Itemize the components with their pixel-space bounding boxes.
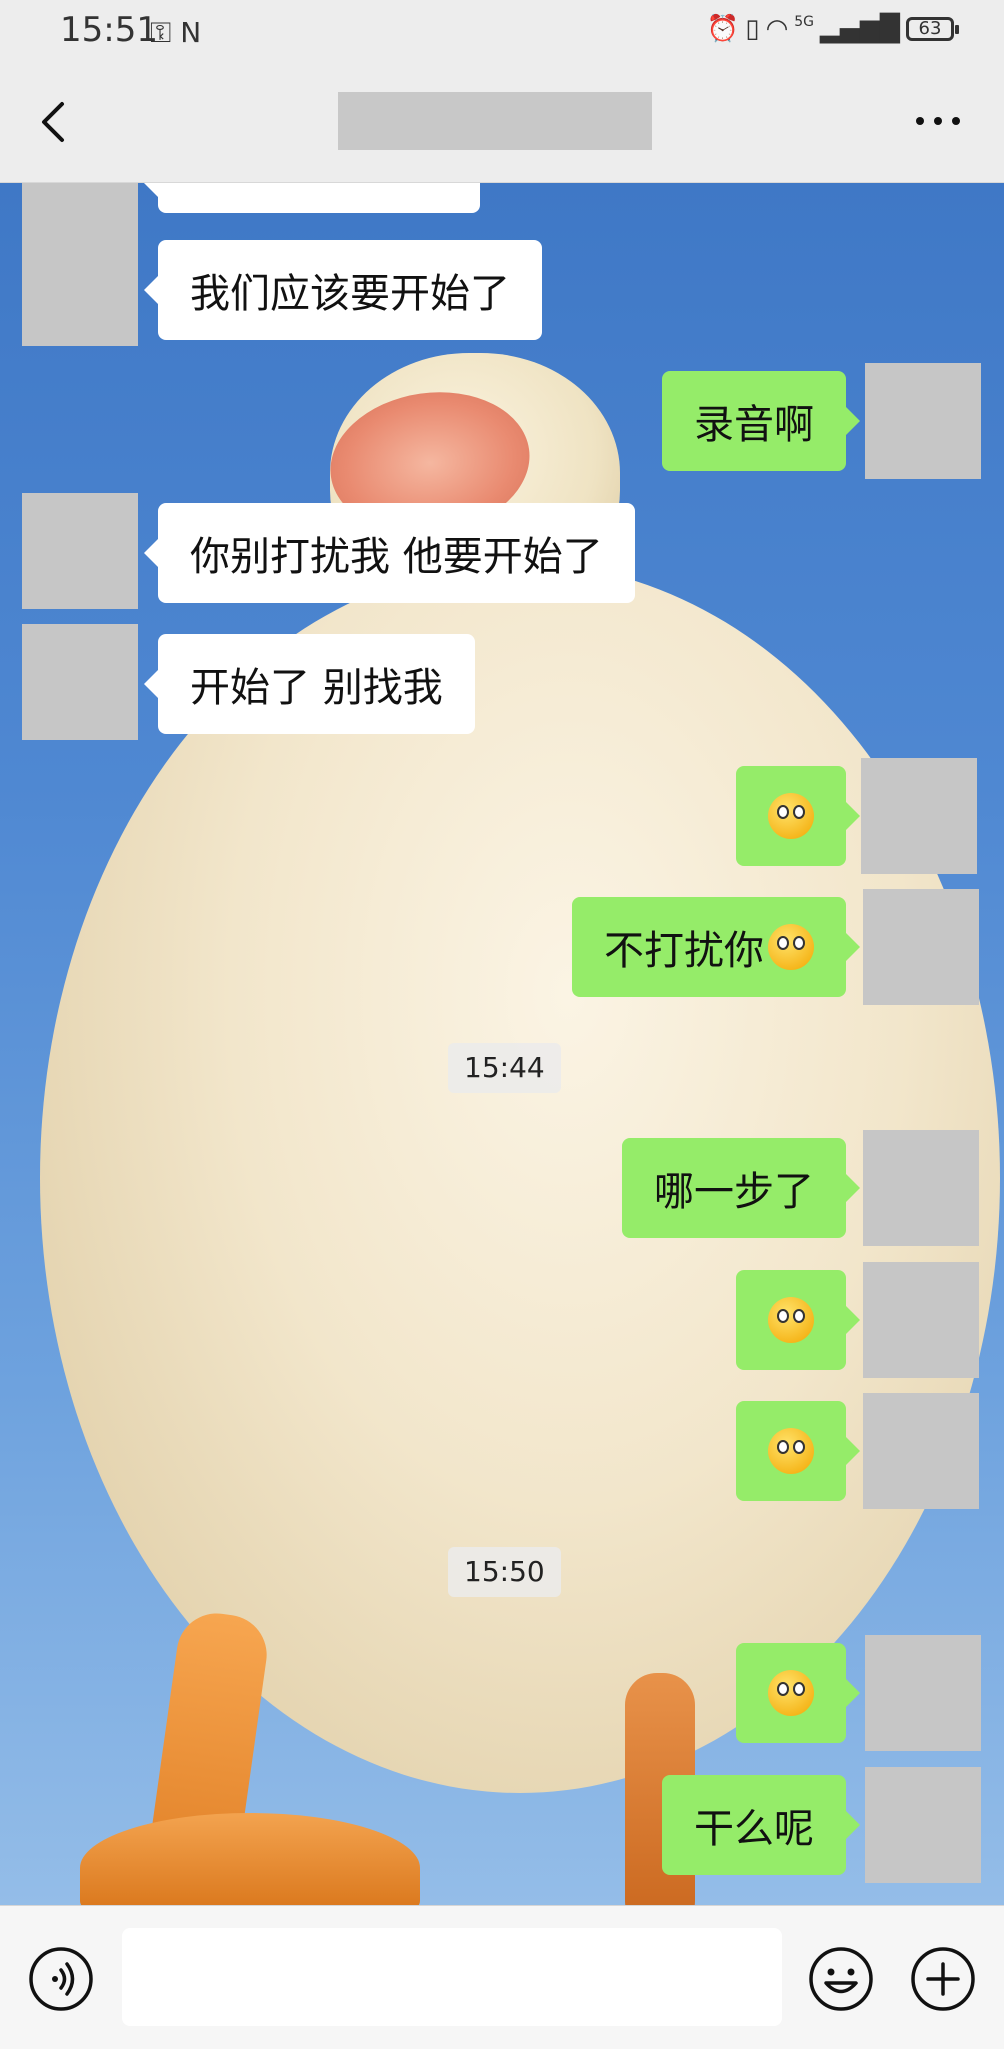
my-avatar[interactable] [865, 363, 981, 479]
wifi-icon: ◠ [765, 14, 789, 44]
background-duck-foot [80, 1813, 420, 1905]
message-bubble[interactable]: 不打扰你 [572, 897, 860, 997]
status-bar: 15:51 ⚿ N ⏰ ▯ ◠ 5G ▂▄▆█ 63 [0, 0, 1004, 62]
message-bubble[interactable]: 我们应该要开始了 [144, 240, 542, 340]
vibrate-icon: ▯ [745, 14, 760, 44]
signal-icon: ▂▄▆█ [820, 14, 900, 44]
battery-icon: 63 [906, 17, 959, 41]
input-bar [0, 1905, 1004, 2049]
my-avatar[interactable] [863, 1130, 979, 1246]
emoji-message-bubble[interactable] [736, 766, 860, 866]
my-avatar[interactable] [863, 889, 979, 1005]
message-bubble-partial[interactable] [144, 183, 480, 213]
emoji-message-bubble[interactable] [736, 1401, 860, 1501]
my-avatar[interactable] [863, 1393, 979, 1509]
voice-icon[interactable] [28, 1946, 94, 2012]
timestamp: 15:44 [448, 1043, 561, 1093]
chat-area[interactable]: 我们应该要开始了 录音啊 你别打扰我 他要开始了 开始了 别找我 不打扰你 15… [0, 183, 1004, 1905]
plus-circle-icon[interactable] [910, 1946, 976, 2012]
nav-bar [0, 62, 1004, 183]
my-avatar[interactable] [865, 1767, 981, 1883]
flushed-face-icon [768, 1428, 814, 1474]
status-right-group: ⏰ ▯ ◠ 5G ▂▄▆█ 63 [706, 14, 959, 44]
my-avatar[interactable] [863, 1262, 979, 1378]
message-bubble[interactable]: 你别打扰我 他要开始了 [144, 503, 635, 603]
emoji-message-bubble[interactable] [736, 1643, 860, 1743]
my-avatar[interactable] [861, 758, 977, 874]
network-type: 5G [794, 14, 815, 30]
message-input[interactable] [122, 1928, 782, 2026]
flushed-face-icon [768, 924, 814, 970]
smiley-icon[interactable] [808, 1946, 874, 2012]
message-bubble[interactable]: 哪一步了 [622, 1138, 860, 1238]
chevron-left-icon[interactable] [30, 96, 82, 148]
emoji-message-bubble[interactable] [736, 1270, 860, 1370]
status-time: 15:51 [60, 10, 158, 50]
timestamp: 15:50 [448, 1547, 561, 1597]
contact-avatar[interactable] [22, 624, 138, 740]
message-text: 不打扰你 [604, 928, 764, 974]
alarm-icon: ⏰ [706, 14, 740, 44]
contact-avatar[interactable] [22, 230, 138, 346]
message-bubble[interactable]: 干么呢 [662, 1775, 860, 1875]
ellipsis-icon[interactable] [912, 108, 964, 134]
key-nfc-icons: ⚿ N [150, 16, 202, 49]
flushed-face-icon [768, 1297, 814, 1343]
message-bubble[interactable]: 开始了 别找我 [144, 634, 475, 734]
pleading-face-icon [768, 1670, 814, 1716]
chat-title-redacted [338, 92, 652, 150]
contact-avatar[interactable] [22, 493, 138, 609]
my-avatar[interactable] [865, 1635, 981, 1751]
pleading-face-icon [768, 793, 814, 839]
message-bubble[interactable]: 录音啊 [662, 371, 860, 471]
